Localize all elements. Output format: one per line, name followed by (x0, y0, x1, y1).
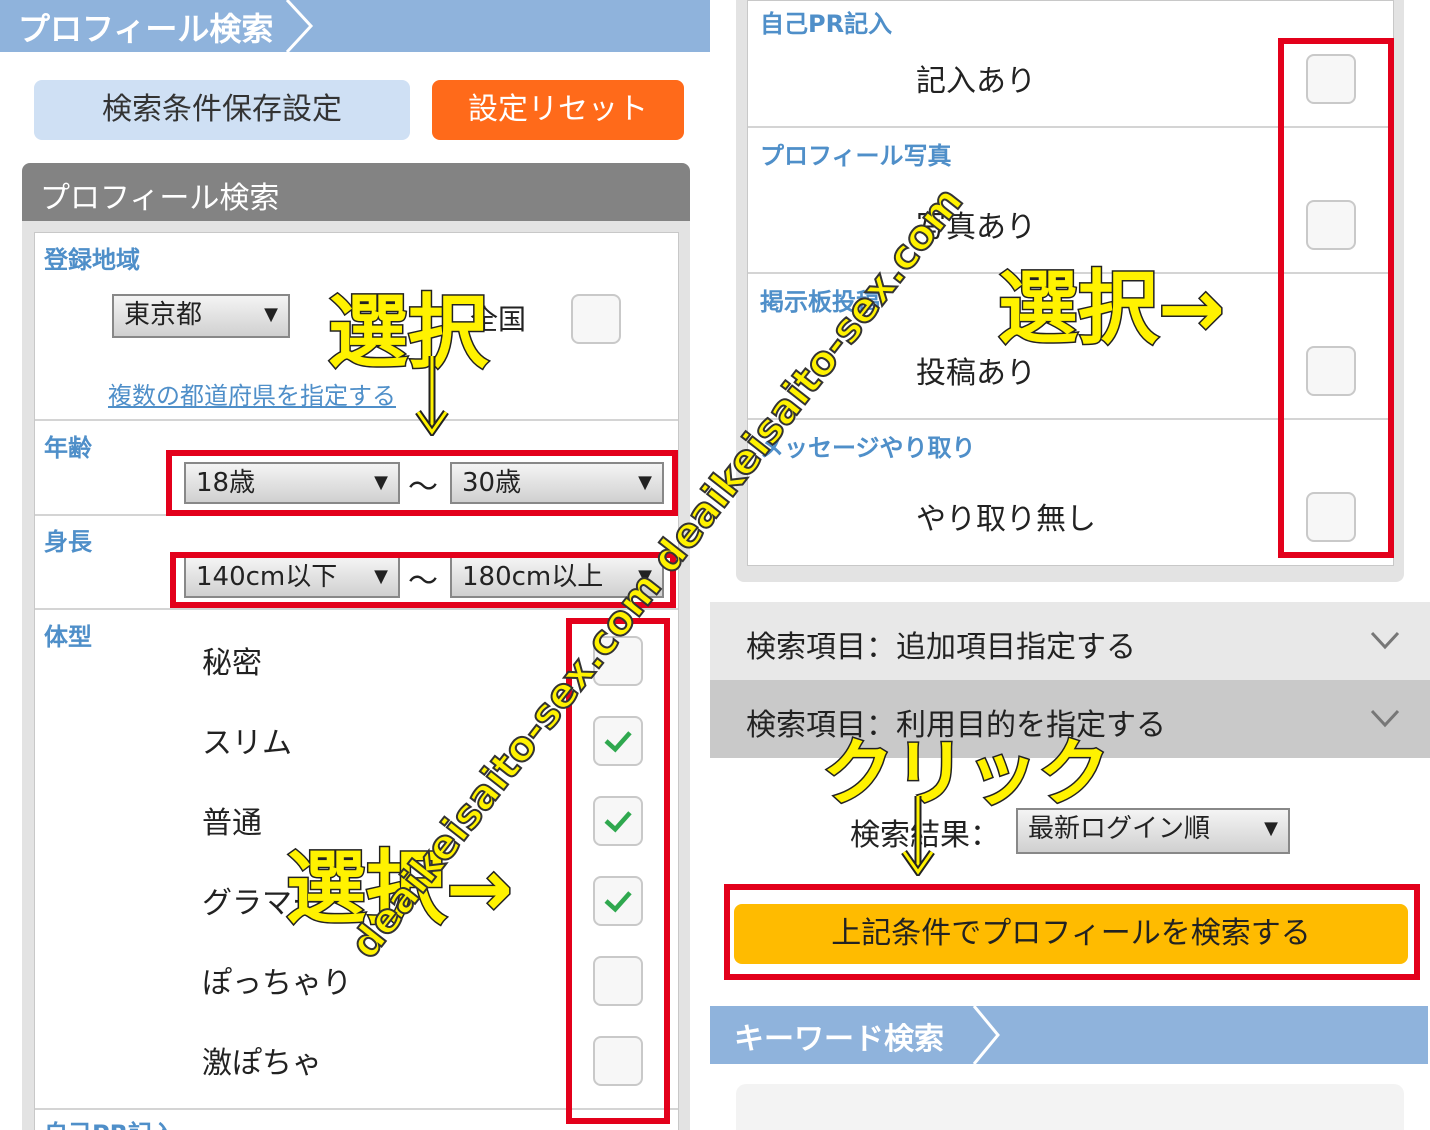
next-section-label: 自己PR記入 (44, 1114, 176, 1130)
region-label: 登録地域 (44, 246, 140, 274)
photo-label: プロフィール写真 (760, 142, 952, 170)
body-option-label: 普通 (202, 806, 262, 841)
header-chevron-icon (972, 1006, 1000, 1064)
annotation-select-1: 選択 (327, 285, 490, 381)
keyword-box (736, 1084, 1404, 1130)
arrow-down-icon (901, 796, 935, 876)
region-select-value: 東京都 (124, 300, 203, 330)
nationwide-checkbox[interactable] (571, 294, 621, 344)
body-option-label: 激ぽちゃ (202, 1046, 322, 1081)
annotation-box-height (170, 552, 676, 608)
annotation-box-search-button (724, 884, 1420, 980)
body-option-label: ぽっちゃり (202, 966, 352, 1001)
annotation-box-right-options (1278, 38, 1394, 558)
body-option-label: スリム (202, 726, 292, 761)
panel-title: プロフィール検索 (22, 163, 690, 221)
dropdown-arrow-icon: ▼ (1264, 818, 1278, 839)
accordion-additional-label: 検索項目：追加項目指定する (746, 630, 1136, 665)
keyword-search-title: キーワード検索 (734, 1022, 944, 1057)
chevron-down-icon (1370, 698, 1400, 738)
dropdown-arrow-icon: ▼ (264, 304, 278, 325)
arrow-down-icon (415, 356, 449, 436)
annotation-box-age (166, 450, 678, 516)
header-chevron-icon (285, 0, 314, 52)
age-label: 年齢 (44, 434, 92, 462)
body-option-label: 秘密 (202, 646, 262, 681)
header-title: プロフィール検索 (18, 10, 274, 48)
divider (35, 608, 678, 610)
reset-settings-button[interactable]: 設定リセット (432, 80, 684, 140)
chevron-down-icon (1370, 620, 1400, 660)
accordion-additional-items[interactable]: 検索項目：追加項目指定する (710, 602, 1430, 680)
header-bar: プロフィール検索 (0, 0, 710, 52)
save-conditions-button[interactable]: 検索条件保存設定 (34, 80, 410, 140)
keyword-search-header[interactable]: キーワード検索 (710, 1006, 1428, 1064)
body-type-label: 体型 (44, 623, 92, 651)
self-pr-label: 自己PR記入 (760, 10, 893, 38)
annotation-select-3: 選択→ (996, 261, 1226, 357)
divider (35, 419, 678, 421)
self-pr-option: 記入あり (916, 64, 1036, 99)
message-option: やり取り無し (916, 502, 1096, 537)
region-select[interactable]: 東京都 ▼ (112, 294, 290, 338)
annotation-click: クリック (820, 730, 1111, 817)
height-label: 身長 (44, 528, 92, 556)
